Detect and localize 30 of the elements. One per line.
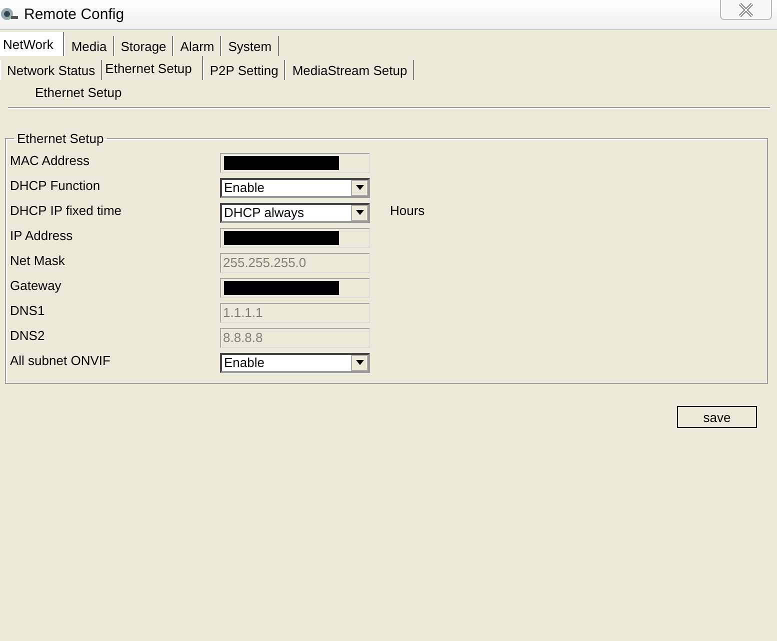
field-label: DNS1 [10, 303, 46, 318]
dropdown-arrow-icon [356, 210, 364, 215]
section-title: Ethernet Setup [34, 84, 123, 102]
tab[interactable]: NetWork [0, 32, 64, 56]
tab[interactable]: Network Status [0, 60, 102, 80]
dropdown[interactable]: Enable [220, 352, 370, 372]
group-title: Ethernet Setup [16, 131, 105, 146]
tab[interactable]: Alarm [173, 36, 222, 56]
dropdown-arrow-icon [356, 185, 364, 190]
field-label: IP Address [10, 228, 74, 243]
field-label: DHCP IP fixed time [10, 203, 123, 218]
tab[interactable]: P2P Setting [202, 60, 286, 80]
field-label: All subnet ONVIF [10, 353, 112, 368]
field-label: DHCP Function [10, 178, 102, 193]
dropdown[interactable]: DHCP always [220, 202, 370, 222]
field-label: MAC Address [10, 153, 90, 168]
close-icon [738, 2, 754, 16]
tab[interactable]: Media [64, 36, 114, 56]
tab[interactable]: System [221, 36, 279, 56]
field-label: Gateway [10, 278, 62, 293]
unit-label: Hours [390, 203, 425, 218]
tab[interactable]: Storage [114, 36, 174, 56]
dropdown[interactable]: Enable [220, 178, 370, 198]
tab[interactable]: MediaStream Setup [285, 60, 414, 80]
window-title: Remote Config [24, 6, 124, 23]
dropdown-arrow-icon [356, 360, 364, 365]
field-label: DNS2 [10, 328, 46, 343]
close-button[interactable] [720, 0, 772, 20]
save-button[interactable]: save [677, 406, 757, 428]
field-label: Net Mask [10, 253, 66, 268]
